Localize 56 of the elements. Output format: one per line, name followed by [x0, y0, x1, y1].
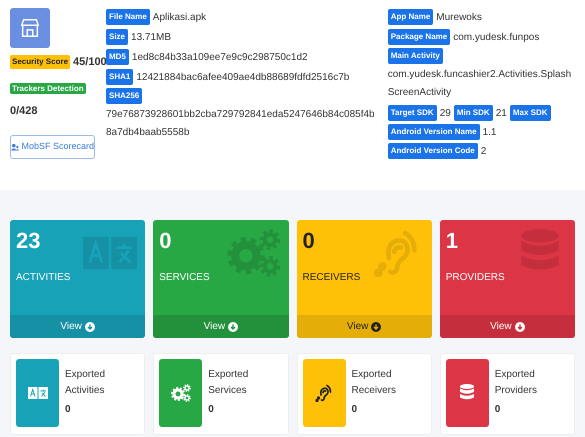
- arrow-down-icon: [228, 322, 238, 332]
- field-label-badge: Max SDK: [510, 105, 551, 121]
- exported-label: Exported Receivers: [352, 368, 397, 398]
- field-label-badge: Main Activity: [388, 48, 443, 64]
- field-value: 1.1: [482, 126, 496, 140]
- card-title: PROVIDERS: [446, 271, 505, 285]
- trackers-badge: Trackers Detection: [10, 82, 86, 94]
- field-value: Murewoks: [436, 10, 482, 24]
- count-value: 0: [159, 228, 172, 254]
- arrow-down-icon: [84, 322, 95, 332]
- users-icon: [11, 143, 20, 151]
- field-value: com.yudesk.funpos: [453, 30, 540, 44]
- arrow-down-icon: [371, 322, 382, 332]
- card-title: SERVICES: [159, 271, 210, 285]
- security-score-badge: Security Score: [10, 55, 70, 70]
- view-button[interactable]: View: [10, 315, 146, 338]
- arrow-down-icon: [514, 322, 525, 332]
- field-label-badge: Package Name: [388, 29, 450, 45]
- exported-label: Exported Activities: [65, 368, 106, 398]
- field-label-badge: Android Version Name: [388, 124, 480, 140]
- field-value: 29: [440, 106, 451, 120]
- exported-count: 0: [494, 403, 500, 417]
- field-label-badge: SHA256: [106, 88, 142, 104]
- exported-count: 0: [352, 403, 358, 417]
- exported-count: 0: [65, 403, 71, 417]
- field-value: 12421884bac6afee409ae4db88689fdfd2516c7b: [136, 70, 350, 84]
- field-label-badge: MD5: [106, 49, 129, 65]
- card-title: ACTIVITIES: [16, 271, 70, 285]
- field-value: com.yudesk.funcashier2.Activities.SplashScreenActivity: [388, 68, 572, 100]
- view-button[interactable]: View: [440, 315, 575, 338]
- card-title: RECEIVERS: [302, 271, 360, 285]
- exported-count: 0: [208, 403, 214, 417]
- scorecard-button[interactable]: MobSF Scorecard: [10, 135, 95, 159]
- exported-label: Exported Services: [208, 368, 250, 398]
- view-button[interactable]: View: [296, 315, 432, 338]
- field-label-badge: App Name: [388, 9, 434, 25]
- field-label-badge: Size: [106, 29, 128, 45]
- field-value: Aplikasi.apk: [152, 10, 206, 24]
- field-label-badge: SHA1: [106, 69, 134, 85]
- exported-label: Exported Providers: [494, 368, 538, 398]
- field-label-badge: File Name: [106, 9, 150, 25]
- count-value: 0: [302, 228, 315, 254]
- app-logo-icon: [10, 8, 50, 48]
- field-value: 13.71MB: [131, 30, 172, 44]
- field-label-badge: Min SDK: [454, 105, 493, 121]
- count-value: 1: [446, 228, 458, 254]
- field-value: 79e76873928601bb2cba729792841eda5247646b84c085f4b8a7db4baab5558b: [106, 108, 376, 140]
- trackers-value: 0/428: [10, 104, 39, 118]
- view-button[interactable]: View: [153, 315, 288, 338]
- count-value: 23: [16, 228, 40, 254]
- field-label-badge: Android Version Code: [388, 143, 478, 159]
- field-label-badge: Target SDK: [388, 105, 437, 121]
- field-value: 2: [480, 144, 486, 158]
- field-value: 1ed8c84b33a109ee7e9c9c298750c1d2: [132, 50, 308, 64]
- field-value: 21: [496, 106, 507, 120]
- security-score-value: 45/100: [73, 55, 107, 70]
